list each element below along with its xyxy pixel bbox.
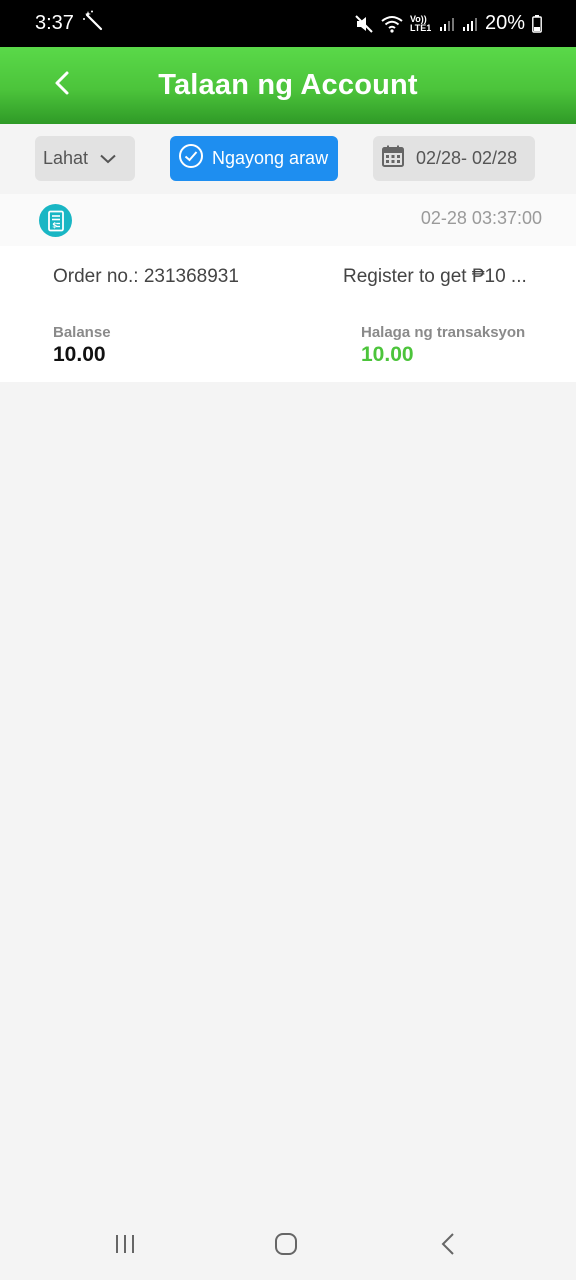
chevron-down-icon	[100, 148, 116, 169]
nav-back-button[interactable]	[428, 1228, 468, 1264]
balance-value: 10.00	[53, 343, 106, 366]
check-circle-icon	[178, 143, 204, 174]
network-label: Vo)) LTE1	[409, 13, 432, 33]
back-button[interactable]	[44, 67, 80, 103]
magic-wand-icon	[82, 10, 104, 38]
recent-apps-icon	[113, 1233, 137, 1260]
calendar-icon	[382, 145, 404, 172]
status-bar: 3:37 Vo)) LTE1 20%	[0, 0, 576, 47]
record-header: $ 02-28 03:37:00	[0, 194, 576, 246]
battery-icon	[532, 14, 542, 33]
svg-text:$: $	[52, 221, 57, 229]
record-timestamp: 02-28 03:37:00	[420, 208, 542, 228]
home-button[interactable]	[266, 1228, 306, 1264]
battery-text: 20%	[484, 12, 525, 34]
amount-label: Halaga ng transaksyon	[361, 324, 526, 341]
balance-label: Balanse	[53, 324, 111, 341]
filter-all-label: Lahat	[43, 148, 89, 168]
date-range-text: 02/28- 02/28	[416, 148, 518, 168]
wifi-icon	[381, 15, 403, 33]
filter-bar: Lahat Ngayong araw 02/28- 02/28	[0, 124, 576, 194]
signal-icon-2	[462, 16, 478, 32]
signal-icon	[439, 16, 455, 32]
record-note: Register to get ₱10 ...	[343, 266, 527, 287]
app-header: Talaan ng Account	[0, 47, 576, 124]
date-range-picker[interactable]: 02/28- 02/28	[373, 136, 535, 181]
recent-apps-button[interactable]	[105, 1228, 145, 1264]
filter-today-label: Ngayong araw	[212, 148, 329, 168]
chevron-left-icon	[53, 70, 71, 101]
filter-all-dropdown[interactable]: Lahat	[35, 136, 135, 181]
transaction-record[interactable]: $ 02-28 03:37:00 Order no.: 231368931 Re…	[0, 194, 576, 382]
status-time: 3:37	[35, 12, 74, 34]
home-icon	[274, 1232, 298, 1261]
nav-back-icon	[440, 1232, 456, 1261]
page-title: Talaan ng Account	[158, 69, 418, 101]
filter-today-button[interactable]: Ngayong araw	[170, 136, 338, 181]
system-nav-bar	[0, 1212, 576, 1280]
order-number: Order no.: 231368931	[53, 266, 239, 287]
mute-icon	[354, 14, 374, 34]
receipt-icon: $	[39, 204, 72, 237]
amount-value: 10.00	[361, 343, 414, 366]
